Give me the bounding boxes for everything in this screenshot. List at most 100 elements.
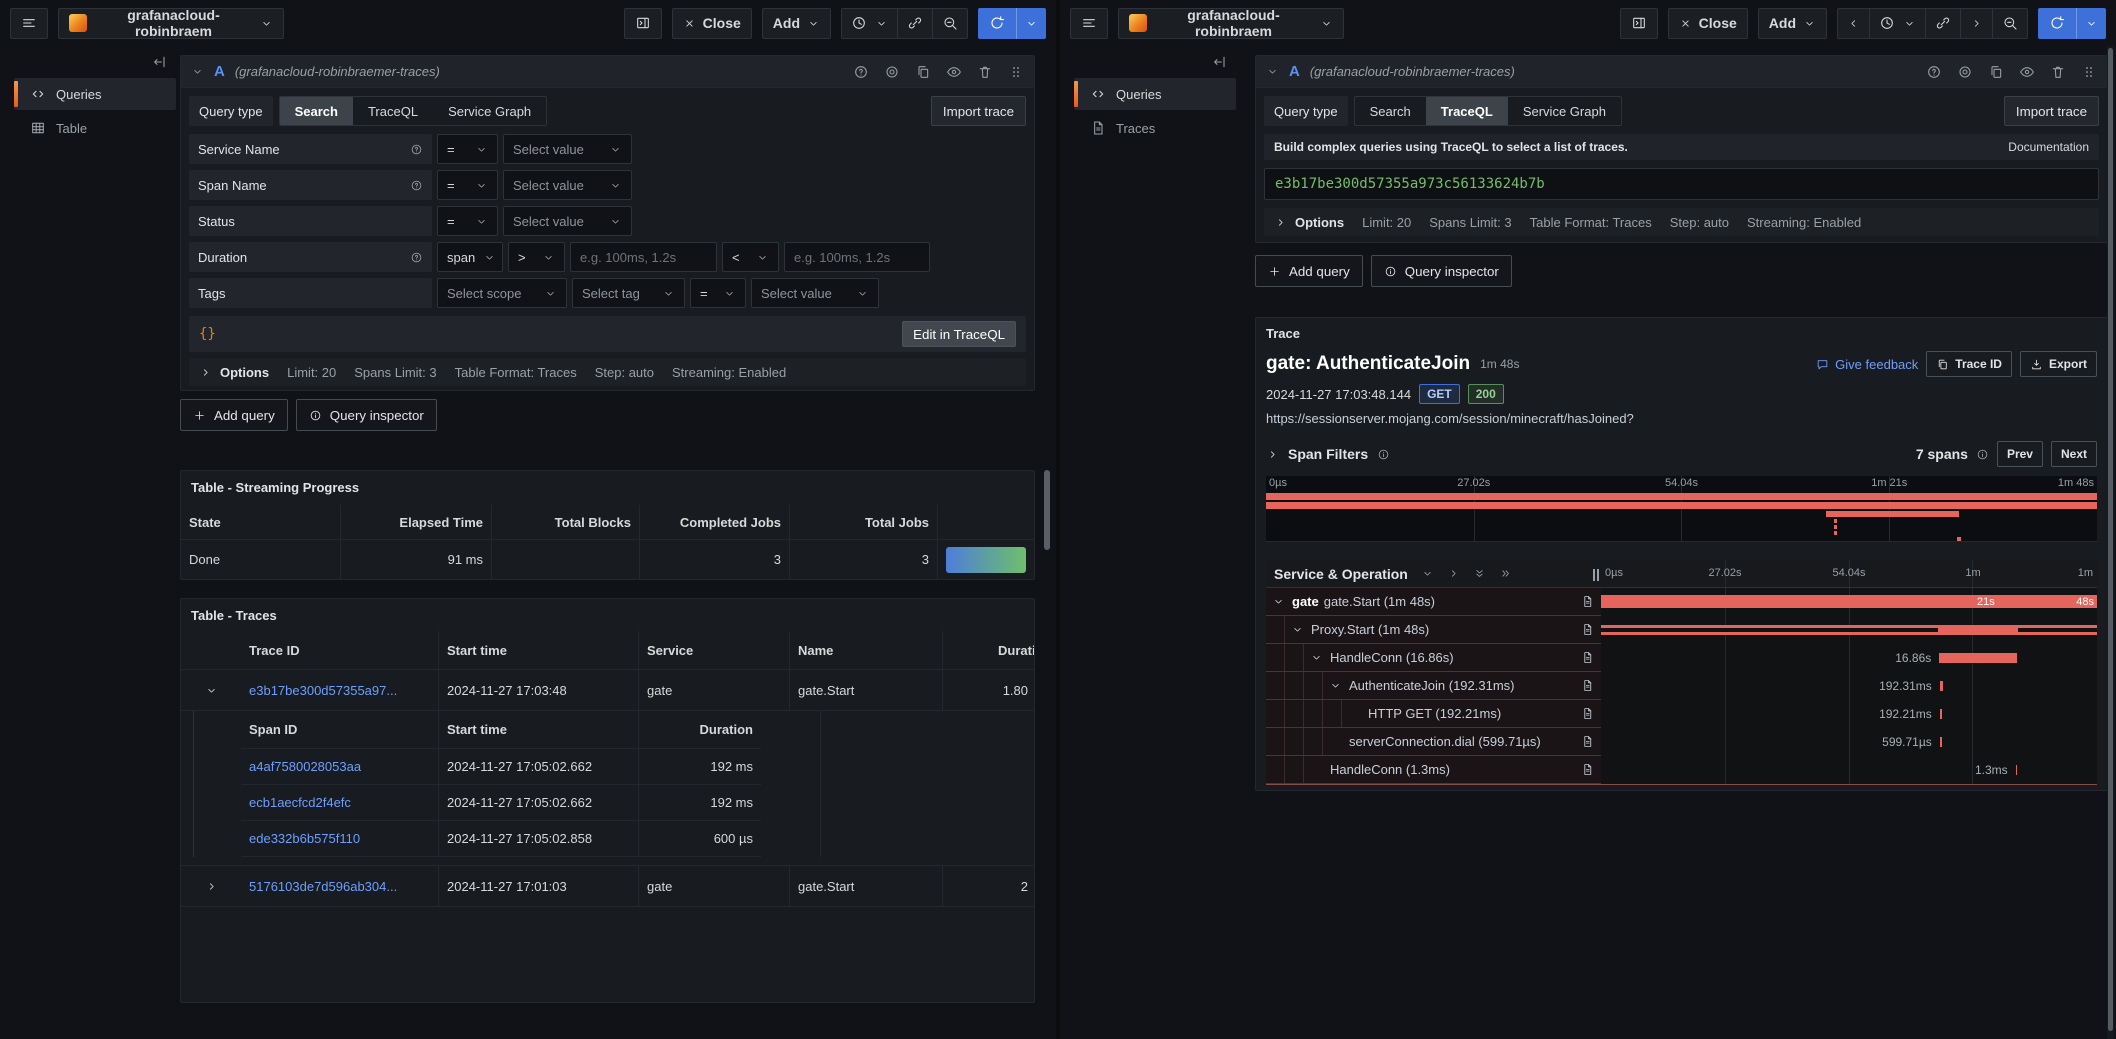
query-inspector-button[interactable]: Query inspector bbox=[296, 399, 437, 431]
trace-id-link[interactable]: 5176103de7d596ab304... bbox=[241, 866, 438, 906]
span-name-cell[interactable]: AuthenticateJoin (192.31ms) bbox=[1266, 672, 1601, 700]
collapse-sidebar-button[interactable] bbox=[152, 54, 168, 70]
span-track[interactable]: 1.3ms bbox=[1601, 756, 2097, 784]
help-icon[interactable] bbox=[853, 64, 869, 80]
share-link-button[interactable] bbox=[897, 9, 932, 38]
column-header[interactable]: Start time bbox=[438, 631, 638, 669]
close-split-button[interactable]: Close bbox=[672, 8, 752, 39]
time-picker-button[interactable] bbox=[1869, 9, 1925, 38]
add-button[interactable]: Add bbox=[762, 8, 831, 39]
span-row[interactable]: Proxy.Start (1m 48s) bbox=[1266, 616, 2097, 644]
chevron-right-icon[interactable] bbox=[1266, 448, 1279, 461]
span-duration-bar[interactable] bbox=[1939, 653, 2017, 663]
span-row[interactable]: AuthenticateJoin (192.31ms)192.31ms bbox=[1266, 672, 2097, 700]
span-row[interactable]: HandleConn (1.3ms)1.3ms bbox=[1266, 756, 2097, 784]
column-header[interactable]: Elapsed Time bbox=[340, 505, 491, 539]
column-header[interactable]: Duration bbox=[942, 631, 1035, 669]
shift-time-back-button[interactable] bbox=[1838, 9, 1869, 38]
datasource-picker[interactable]: grafanacloud-robinbraem bbox=[1118, 8, 1344, 39]
status-value-select[interactable]: Select value bbox=[503, 206, 632, 236]
traceql-query-input[interactable]: e3b17be300d57355a973c56133624b7b bbox=[1264, 168, 2099, 200]
column-header[interactable]: Service bbox=[638, 631, 789, 669]
give-feedback-link[interactable]: Give feedback bbox=[1816, 357, 1918, 372]
zoom-out-button[interactable] bbox=[1992, 9, 2027, 38]
chevron-right-icon[interactable] bbox=[181, 866, 241, 906]
double-chevron-right-icon[interactable] bbox=[1499, 567, 1512, 580]
tab-search[interactable]: Search bbox=[1355, 97, 1426, 125]
span-duration-bar[interactable] bbox=[2016, 765, 2018, 775]
sidebar-item-traces[interactable]: Traces bbox=[1074, 112, 1236, 144]
chevron-down-icon[interactable] bbox=[191, 65, 204, 78]
column-header[interactable]: Start time bbox=[438, 711, 638, 749]
span-logs-icon[interactable] bbox=[1578, 763, 1594, 776]
split-pane-button[interactable] bbox=[1620, 8, 1658, 39]
span-name-operator-select[interactable]: = bbox=[437, 170, 498, 200]
tab-search[interactable]: Search bbox=[280, 97, 353, 125]
scrollbar-thumb[interactable] bbox=[2108, 48, 2113, 1031]
column-header[interactable]: Trace ID bbox=[241, 631, 438, 669]
eye-icon[interactable] bbox=[946, 64, 962, 80]
double-chevron-down-icon[interactable] bbox=[1473, 567, 1486, 580]
next-span-button[interactable]: Next bbox=[2051, 441, 2097, 467]
zoom-out-button[interactable] bbox=[932, 9, 967, 38]
split-pane-button[interactable] bbox=[624, 8, 662, 39]
record-icon[interactable] bbox=[1957, 64, 1973, 80]
menu-button[interactable] bbox=[1070, 8, 1108, 39]
duration-min-input[interactable] bbox=[570, 242, 717, 272]
service-name-operator-select[interactable]: = bbox=[437, 134, 498, 164]
span-logs-icon[interactable] bbox=[1578, 679, 1594, 692]
import-trace-button[interactable]: Import trace bbox=[2004, 96, 2099, 126]
trace-minimap[interactable]: 0µs 27.02s 54.04s 1m 21s 1m 48s bbox=[1266, 476, 2097, 542]
options-row[interactable]: Options Limit: 20 Spans Limit: 3 Table F… bbox=[189, 358, 1026, 386]
add-query-button[interactable]: Add query bbox=[1255, 255, 1363, 287]
time-picker-button[interactable] bbox=[842, 9, 897, 38]
tab-service-graph[interactable]: Service Graph bbox=[433, 97, 546, 125]
trace-id-button[interactable]: Trace ID bbox=[1926, 351, 2012, 377]
trace-id-link[interactable]: e3b17be300d57355a97... bbox=[241, 670, 438, 710]
trash-icon[interactable] bbox=[2050, 64, 2066, 80]
drag-handle-icon[interactable] bbox=[2081, 64, 2097, 80]
chevron-down-icon[interactable] bbox=[1421, 567, 1434, 580]
duration-lt-select[interactable]: < bbox=[722, 242, 779, 272]
span-track[interactable]: 16.86s bbox=[1601, 644, 2097, 672]
column-header[interactable]: Total Blocks bbox=[491, 505, 639, 539]
edit-in-traceql-button[interactable]: Edit in TraceQL bbox=[902, 321, 1016, 347]
add-query-button[interactable]: Add query bbox=[180, 399, 288, 431]
column-header[interactable]: State bbox=[181, 505, 340, 539]
span-id-link[interactable]: ecb1aecfcd2f4efc bbox=[241, 785, 438, 821]
column-header[interactable]: Span ID bbox=[241, 711, 438, 749]
export-button[interactable]: Export bbox=[2020, 351, 2097, 377]
span-duration-bar[interactable] bbox=[1601, 625, 2097, 635]
sidebar-item-queries[interactable]: Queries bbox=[1074, 78, 1236, 110]
span-logs-icon[interactable] bbox=[1578, 707, 1594, 720]
span-id-link[interactable]: ede332b6b575f110 bbox=[241, 821, 438, 857]
span-track[interactable] bbox=[1601, 616, 2097, 644]
trace-row-expanded[interactable]: e3b17be300d57355a97... 2024-11-27 17:03:… bbox=[181, 670, 1034, 711]
share-link-button[interactable] bbox=[1925, 9, 1960, 38]
column-header[interactable]: Name bbox=[789, 631, 942, 669]
copy-icon[interactable] bbox=[915, 64, 931, 80]
shift-time-forward-button[interactable] bbox=[1960, 9, 1992, 38]
span-name-cell[interactable]: Proxy.Start (1m 48s) bbox=[1266, 616, 1601, 644]
column-header[interactable]: Duration bbox=[638, 711, 761, 749]
prev-span-button[interactable]: Prev bbox=[1997, 441, 2043, 467]
span-row[interactable]: serverConnection.dial (599.71µs)599.71µs bbox=[1266, 728, 2097, 756]
chevron-down-icon[interactable] bbox=[1310, 651, 1325, 664]
datasource-picker[interactable]: grafanacloud-robinbraem bbox=[58, 8, 284, 39]
info-icon[interactable] bbox=[1377, 448, 1390, 461]
span-row[interactable]: HandleConn (16.86s)16.86s bbox=[1266, 644, 2097, 672]
span-logs-icon[interactable] bbox=[1578, 595, 1594, 608]
query-row-header[interactable]: A (grafanacloud-robinbraemer-traces) bbox=[181, 56, 1034, 88]
query-inspector-button[interactable]: Query inspector bbox=[1371, 255, 1512, 287]
info-icon[interactable] bbox=[1976, 448, 1989, 461]
span-logs-icon[interactable] bbox=[1578, 735, 1594, 748]
span-row[interactable]: gategate.Start (1m 48s)21s48s bbox=[1266, 588, 2097, 616]
column-header[interactable]: Total Jobs bbox=[789, 505, 937, 539]
run-query-button[interactable] bbox=[2038, 8, 2106, 39]
span-track[interactable]: 599.71µs bbox=[1601, 728, 2097, 756]
chevron-down-icon[interactable] bbox=[1266, 65, 1279, 78]
span-logs-icon[interactable] bbox=[1578, 623, 1594, 636]
scrollbar-thumb[interactable] bbox=[1044, 470, 1050, 550]
duration-max-input[interactable] bbox=[784, 242, 930, 272]
duration-span-select[interactable]: span bbox=[437, 242, 503, 272]
